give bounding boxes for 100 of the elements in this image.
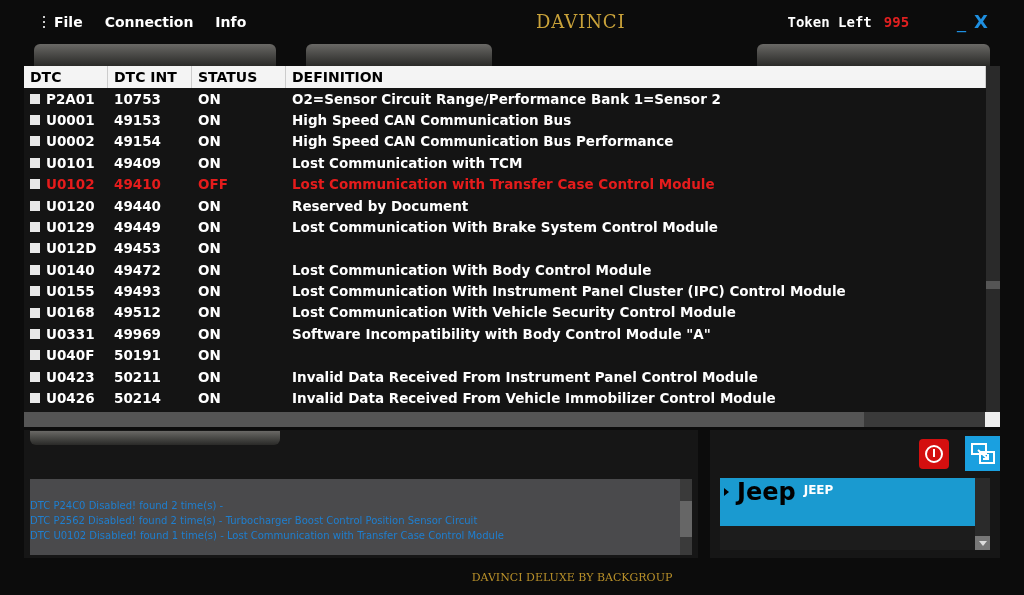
row-checkbox[interactable] [30, 115, 40, 126]
close-button[interactable]: X [974, 8, 988, 36]
token-count: 995 [883, 13, 910, 32]
row-checkbox[interactable] [30, 222, 40, 233]
dtc-status: ON [198, 261, 221, 278]
dtc-number: 49153 [114, 111, 161, 128]
log-line: DTC P2562 Disabled! found 2 time(s) - Turbocharger Boost Control Position Sensor Circuit [30, 514, 479, 528]
menu-item[interactable]: Connection [104, 12, 194, 32]
row-checkbox[interactable] [30, 136, 40, 147]
dtc-definition: O2=Sensor Circuit Range/Performance Bank 1=Sensor 2 [292, 90, 721, 107]
horizontal-scrollbar[interactable] [24, 412, 985, 427]
footer-text: DAVINCI DELUXE BY BACKGROUP [471, 570, 673, 586]
dtc-number: 49449 [114, 218, 161, 235]
dtc-definition: Invalid Data Received From Instrument Panel Control Module [292, 368, 758, 385]
row-checkbox[interactable] [30, 264, 40, 275]
row-checkbox[interactable] [30, 393, 40, 404]
dtc-number: 50214 [114, 390, 161, 407]
dtc-code: U0140 [46, 260, 95, 280]
table-row[interactable]: U0423 50211 ON Invalid Data Received From Instrument Panel Control Module [24, 366, 986, 388]
dtc-code: U0102 [46, 175, 95, 195]
row-checkbox[interactable] [30, 329, 40, 339]
dtc-code: U0101 [46, 153, 95, 173]
dtc-status: OFF [198, 176, 228, 193]
scrollbar-corner [985, 412, 1000, 427]
switch-window-button[interactable] [965, 436, 1000, 471]
windows-arrow-icon [969, 441, 996, 466]
down-arrow-icon [978, 540, 987, 546]
table-row[interactable]: P2A01 10753 ON O2=Sensor Circuit Range/Performance Bank 1=Sensor 2 [24, 88, 986, 110]
dtc-code: U040F [46, 346, 95, 366]
row-checkbox[interactable] [30, 243, 40, 254]
dtc-code: U0426 [46, 389, 95, 409]
vehicle-item[interactable]: Jeep JEEP [720, 478, 975, 526]
vehicle-name: JEEP [803, 482, 834, 498]
dtc-code: U0120 [46, 196, 95, 216]
dtc-status: ON [198, 390, 221, 407]
dtc-status: ON [198, 304, 221, 321]
dtc-code: U0001 [46, 110, 95, 130]
table-row[interactable]: U0140 49472 ON Lost Communication With Body Control Module [24, 259, 986, 281]
dtc-status: ON [198, 240, 221, 257]
dtc-number: 49969 [114, 325, 161, 342]
dtc-definition: Lost Communication with TCM [292, 154, 523, 171]
table-row[interactable]: U0002 49154 ON High Speed CAN Communication Bus Performance [24, 130, 986, 153]
row-checkbox[interactable] [30, 286, 40, 297]
minimize-button[interactable]: _ [957, 8, 967, 36]
dtc-code: U0129 [46, 217, 95, 237]
dtc-status: ON [198, 197, 221, 214]
dtc-code: U0423 [46, 367, 95, 387]
dtc-status: ON [198, 347, 221, 364]
dtc-status: ON [198, 154, 221, 171]
dtc-definition: Lost Communication With Brake System Control Module [292, 218, 719, 235]
row-checkbox[interactable] [30, 157, 40, 168]
dtc-code: U0002 [46, 132, 95, 152]
column-header[interactable]: DTC INT [108, 66, 192, 88]
table-row[interactable]: U0001 49153 ON High Speed CAN Communication Bus [24, 109, 986, 131]
table-row[interactable]: U0120 49440 ON Reserved by Document [24, 194, 986, 217]
row-checkbox[interactable] [30, 93, 40, 104]
table-row[interactable]: U0129 49449 ON Lost Communication With Brake System Control Module [24, 216, 986, 238]
table-row[interactable]: U012D 49453 ON [24, 237, 986, 260]
grip-icon [42, 16, 46, 28]
table-row[interactable]: U040F 50191 ON [24, 344, 986, 367]
dtc-definition: Invalid Data Received From Vehicle Immobilizer Control Module [292, 390, 776, 407]
window-title: DAVINCI [535, 10, 626, 34]
dtc-code: U0168 [46, 303, 95, 323]
dtc-definition: Lost Communication With Vehicle Security Control Module [292, 304, 736, 321]
row-checkbox[interactable] [30, 200, 40, 211]
table-row[interactable]: U0101 49409 ON Lost Communication with TCM [24, 152, 986, 174]
brand-logo: Jeep [737, 478, 796, 506]
dtc-definition: Lost Communication With Body Control Module [292, 261, 652, 278]
power-button[interactable] [919, 439, 949, 469]
table-row[interactable]: U0155 49493 ON Lost Communication With Instrument Panel Cluster (IPC) Control Module [24, 280, 986, 302]
power-icon [924, 444, 944, 464]
dtc-status: ON [198, 218, 221, 235]
column-header[interactable]: STATUS [192, 66, 286, 88]
dtc-number: 49410 [114, 176, 161, 193]
menu-item[interactable]: File [54, 12, 83, 32]
table-row[interactable]: U0168 49512 ON Lost Communication With Vehicle Security Control Module [24, 301, 986, 324]
log-line: DTC U0102 Disabled! found 1 time(s) - Lost Communication with Transfer Case Control Module [30, 529, 505, 543]
vertical-scrollbar[interactable] [986, 66, 1000, 412]
dtc-definition: Software Incompatibility with Body Control Module "A" [292, 325, 711, 342]
dtc-number: 50211 [114, 368, 161, 385]
column-header[interactable]: DTC [24, 66, 108, 88]
dtc-definition: High Speed CAN Communication Bus [292, 111, 572, 128]
scroll-down-button[interactable] [975, 536, 990, 550]
dtc-number: 10753 [114, 90, 161, 107]
dtc-status: ON [198, 90, 221, 107]
row-checkbox[interactable] [30, 307, 40, 318]
row-checkbox[interactable] [30, 350, 40, 361]
menu-item[interactable]: Info [215, 12, 247, 32]
table-row[interactable]: U0426 50214 ON Invalid Data Received From Vehicle Immobilizer Control Module [24, 387, 986, 409]
dtc-code: P2A01 [46, 89, 95, 109]
dtc-definition: Reserved by Document [292, 197, 469, 214]
dtc-status: ON [198, 133, 221, 150]
table-row[interactable]: U0331 49969 ON Software Incompatibility with Body Control Module "A" [24, 323, 986, 345]
log-scrollbar[interactable] [680, 479, 692, 555]
dtc-number: 49512 [114, 304, 161, 321]
list-scrollbar[interactable] [975, 478, 990, 550]
row-checkbox[interactable] [30, 371, 40, 382]
dtc-code: U0331 [46, 324, 95, 344]
triangle-icon [724, 488, 729, 496]
token-label: Token Left [787, 13, 872, 32]
